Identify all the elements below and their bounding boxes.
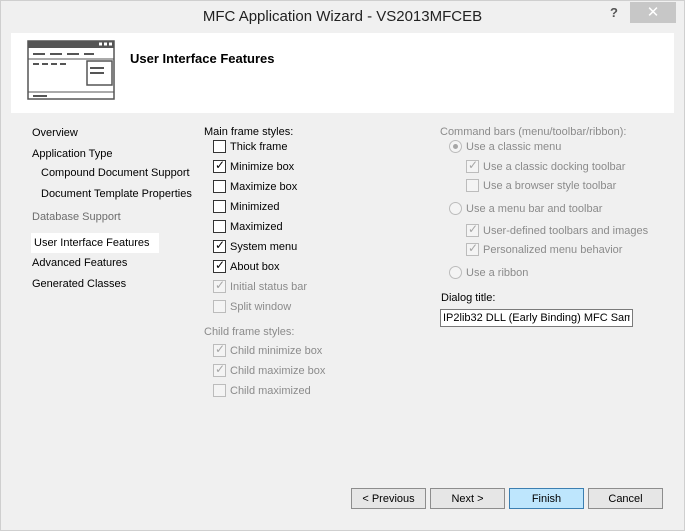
checkbox-unchecked-icon <box>213 220 226 233</box>
close-button[interactable]: ✕ <box>630 2 676 23</box>
nav-item-document-template-properties[interactable]: Document Template Properties <box>41 188 192 200</box>
nav-item-compound-document-support[interactable]: Compound Document Support <box>41 167 190 179</box>
wizard-nav: Overview Application Type Compound Docum… <box>11 118 192 522</box>
checkbox-checked-icon: ✓ <box>213 258 226 273</box>
help-button[interactable]: ? <box>604 3 624 23</box>
classic-menu-label: Use a classic menu <box>466 141 562 153</box>
command-bars-label: Command bars (menu/toolbar/ribbon): <box>440 126 627 138</box>
radio-unselected-icon <box>449 202 462 215</box>
ribbon-label: Use a ribbon <box>466 267 529 279</box>
radio-selected-icon <box>449 140 462 153</box>
checkbox-unchecked-icon <box>213 384 226 397</box>
checkbox-checked-icon: ✓ <box>466 158 479 173</box>
window-title: MFC Application Wizard - VS2013MFCEB <box>202 8 483 25</box>
child-minimize-box-label: Child minimize box <box>230 345 323 357</box>
nav-item-generated-classes[interactable]: Generated Classes <box>32 278 126 290</box>
window-layout-icon <box>27 40 115 100</box>
checkbox-checked-icon: ✓ <box>213 342 226 357</box>
checkbox-checked-icon: ✓ <box>213 158 226 173</box>
child-frame-styles-label: Child frame styles: <box>204 326 295 338</box>
classic-docking-toolbar-label: Use a classic docking toolbar <box>483 161 626 173</box>
dialog-title-label: Dialog title: <box>441 292 496 304</box>
nav-item-application-type[interactable]: Application Type <box>32 148 113 160</box>
about-box-label: About box <box>230 261 280 273</box>
cancel-button[interactable]: Cancel <box>588 488 663 509</box>
page-title: User Interface Features <box>130 51 275 66</box>
minimized-label: Minimized <box>230 201 280 213</box>
split-window-label: Split window <box>230 301 292 313</box>
wizard-header: User Interface Features <box>11 33 674 113</box>
nav-item-user-interface-features[interactable]: User Interface Features <box>31 233 159 253</box>
title-bar: MFC Application Wizard - VS2013MFCEB ? ✕ <box>1 1 684 33</box>
content-panel: Main frame styles: Thick frame ✓ Minimiz… <box>192 116 672 521</box>
personalized-menu-label: Personalized menu behavior <box>483 244 623 256</box>
maximize-box-label: Maximize box <box>230 181 298 193</box>
checkbox-checked-icon: ✓ <box>466 241 479 256</box>
child-maximized-label: Child maximized <box>230 385 311 397</box>
wizard-window: MFC Application Wizard - VS2013MFCEB ? ✕ <box>0 0 685 531</box>
thick-frame-label: Thick frame <box>230 141 288 153</box>
initial-status-bar-label: Initial status bar <box>230 281 308 293</box>
system-menu-label: System menu <box>230 241 298 253</box>
nav-item-advanced-features[interactable]: Advanced Features <box>32 257 127 269</box>
child-maximize-box-label: Child maximize box <box>230 365 326 377</box>
user-defined-toolbars-label: User-defined toolbars and images <box>483 225 649 237</box>
radio-unselected-icon <box>449 266 462 279</box>
checkbox-unchecked-icon <box>213 200 226 213</box>
minimize-box-label: Minimize box <box>230 161 295 173</box>
checkbox-unchecked-icon <box>213 180 226 193</box>
checkbox-unchecked-icon <box>466 179 479 192</box>
next-button[interactable]: Next > <box>430 488 505 509</box>
checkbox-checked-icon: ✓ <box>213 362 226 377</box>
checkbox-unchecked-icon <box>213 140 226 153</box>
browser-style-toolbar-label: Use a browser style toolbar <box>483 180 617 192</box>
finish-button[interactable]: Finish <box>509 488 584 509</box>
checkbox-checked-icon: ✓ <box>213 278 226 293</box>
checkbox-checked-icon: ✓ <box>466 222 479 237</box>
checkbox-checked-icon: ✓ <box>213 238 226 253</box>
nav-item-database-support[interactable]: Database Support <box>32 211 121 223</box>
menu-bar-toolbar-label: Use a menu bar and toolbar <box>466 203 603 215</box>
dialog-title-input[interactable] <box>440 309 633 327</box>
previous-button[interactable]: < Previous <box>351 488 426 509</box>
maximized-label: Maximized <box>230 221 283 233</box>
checkbox-unchecked-icon <box>213 300 226 313</box>
main-frame-styles-label: Main frame styles: <box>204 126 294 138</box>
nav-item-overview[interactable]: Overview <box>32 127 78 139</box>
